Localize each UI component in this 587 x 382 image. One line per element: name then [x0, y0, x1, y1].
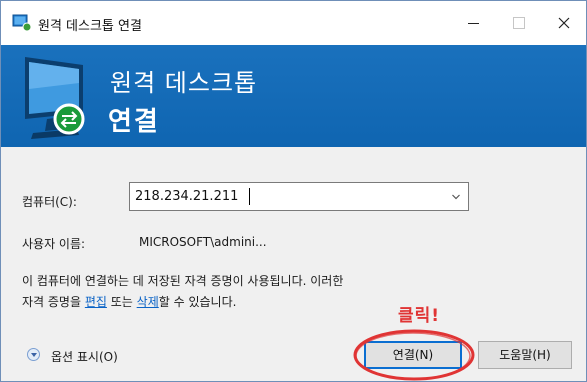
minimize-button[interactable] — [450, 7, 496, 39]
computer-combobox[interactable]: 218.234.21.211 — [129, 182, 469, 211]
credentials-info-suffix: 할 수 있습니다. — [158, 295, 237, 309]
remote-desktop-app-icon — [12, 14, 32, 32]
close-button[interactable] — [542, 7, 586, 39]
credentials-info-middle: 또는 — [106, 295, 137, 309]
computer-label: 컴퓨터(C): — [22, 195, 77, 209]
header-banner: 원격 데스크톱 연결 — [1, 45, 586, 147]
credentials-info-prefix: 자격 증명을 — [22, 295, 85, 309]
credentials-info-line2: 자격 증명을 편집 또는 삭제할 수 있습니다. — [22, 293, 236, 310]
remote-desktop-monitor-icon — [25, 57, 85, 139]
edit-credentials-link[interactable]: 편집 — [85, 295, 107, 309]
window-title: 원격 데스크톱 연결 — [38, 19, 142, 34]
connect-button[interactable]: 연결(N) — [364, 341, 462, 369]
text-cursor — [249, 188, 250, 205]
click-annotation: 클릭! — [398, 306, 441, 326]
credentials-info-line1: 이 컴퓨터에 연결하는 데 저장된 자격 증명이 사용됩니다. 이러한 — [22, 274, 344, 288]
username-label: 사용자 이름: — [22, 237, 86, 251]
delete-credentials-link[interactable]: 삭제 — [137, 295, 159, 309]
show-options-button[interactable]: 옵션 표시(O) — [27, 345, 149, 365]
computer-input-value[interactable]: 218.234.21.211 — [135, 189, 238, 204]
expand-options-icon — [27, 348, 40, 361]
show-options-label: 옵션 표시(O) — [51, 350, 118, 364]
maximize-button[interactable] — [496, 7, 542, 39]
remote-desktop-window: 원격 데스크톱 연결 원격 데스크톱 연결 컴퓨터(C): 218.234.21… — [0, 0, 587, 382]
help-button[interactable]: 도움말(H) — [478, 341, 572, 369]
maximize-icon — [513, 17, 525, 29]
close-icon — [558, 17, 570, 29]
title-bar: 원격 데스크톱 연결 — [1, 1, 586, 45]
chevron-down-icon[interactable] — [452, 193, 460, 201]
header-title-line1: 원격 데스크톱 — [110, 69, 258, 97]
header-title-line2: 연결 — [108, 107, 160, 137]
minimize-icon — [467, 22, 479, 24]
username-value: MICROSOFT\admini... — [139, 235, 267, 249]
